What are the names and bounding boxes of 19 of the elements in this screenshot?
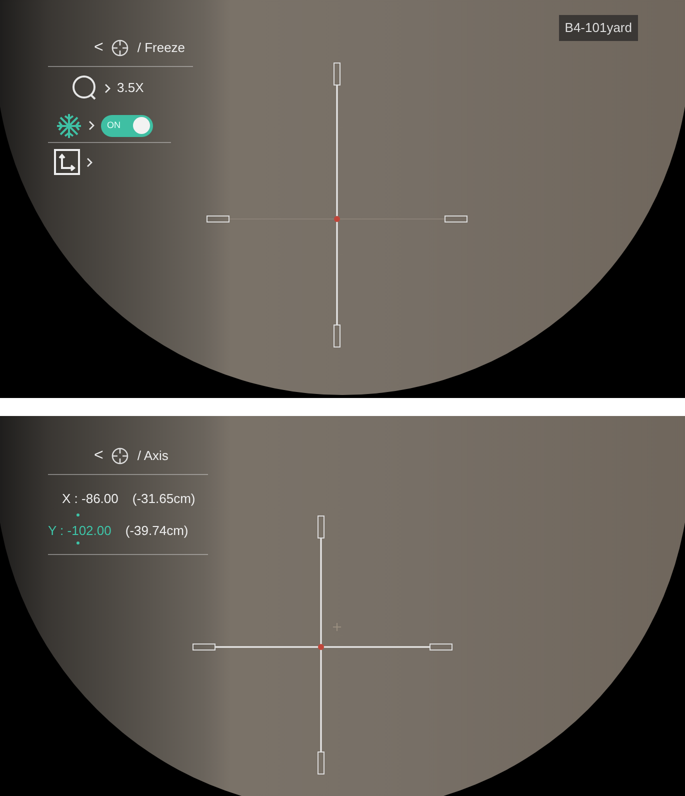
coordinate-value[interactable]: X : -86.00 xyxy=(62,489,118,508)
zoom-value[interactable]: 3.5X xyxy=(117,78,144,98)
chevron-icon xyxy=(86,156,93,168)
offset-value: (-31.65cm) xyxy=(132,490,196,508)
breadcrumb-title: / Axis xyxy=(137,447,168,466)
back-button[interactable]: < xyxy=(94,444,104,468)
offset-mark-icon xyxy=(332,622,342,632)
snowflake-icon xyxy=(56,112,82,138)
chevron-icon xyxy=(88,120,95,131)
offset-value: (-39.74cm) xyxy=(125,522,188,540)
back-button[interactable]: < xyxy=(94,36,104,60)
crosshair-icon xyxy=(111,39,130,57)
crosshair-icon xyxy=(111,447,130,465)
breadcrumb-title: / Freeze xyxy=(137,39,186,58)
distance-label: B4-101yard xyxy=(558,15,638,40)
coordinate-value[interactable]: Y : -102.00 xyxy=(48,520,112,540)
axis-icon xyxy=(54,149,80,175)
search-icon xyxy=(72,75,98,101)
chevron-icon xyxy=(104,82,111,94)
